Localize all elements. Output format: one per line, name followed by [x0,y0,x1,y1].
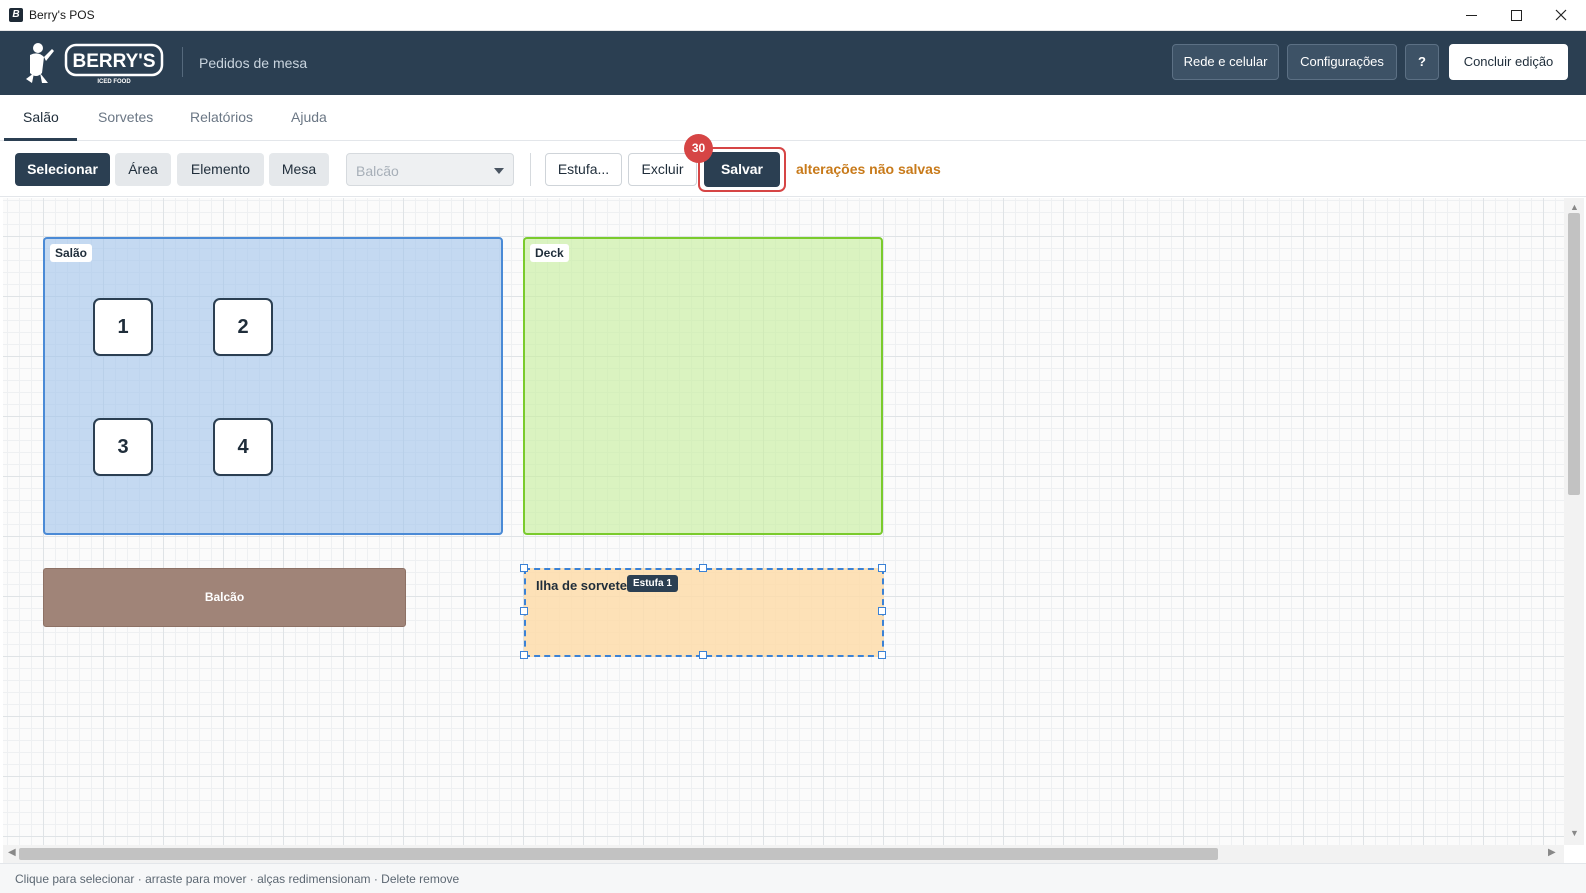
main-tabs: Salão Sorvetes Relatórios Ajuda [0,95,1586,141]
area-label: Salão [50,244,93,262]
svg-text:ICED FOOD: ICED FOOD [97,79,131,85]
resize-handle-e[interactable] [878,607,886,615]
chevron-down-icon [494,168,504,174]
vertical-scrollbar[interactable]: ▲ ▼ [1564,198,1584,845]
scroll-up-icon[interactable]: ▲ [1570,202,1579,212]
area-label: Deck [530,244,569,262]
scroll-right-icon[interactable]: ▶ [1548,847,1556,858]
toolbar-separator [530,153,531,186]
balcao-element[interactable]: Balcão [43,568,406,627]
berrys-logo: BERRY'S ICED FOOD [16,39,166,87]
close-icon[interactable] [1539,0,1583,31]
tab-sorvetes[interactable]: Sorvetes [98,109,153,125]
element-tool-button[interactable]: Elemento [177,153,264,186]
finish-editing-button[interactable]: Concluir edição [1449,44,1568,80]
unsaved-changes-label: alterações não salvas [796,161,941,177]
status-bar: Clique para selecionar · arraste para mo… [0,863,1586,893]
resize-handle-sw[interactable] [520,651,528,659]
resize-handle-se[interactable] [878,651,886,659]
estufa-button[interactable]: Estufa... [545,153,622,186]
floor-plan-canvas[interactable]: Salão 1 2 3 4 Deck Balcão Ilha de sorvet… [3,198,1564,845]
table-tool-button[interactable]: Mesa [269,153,329,186]
resize-handle-w[interactable] [520,607,528,615]
network-button[interactable]: Rede e celular [1172,44,1279,80]
save-button[interactable]: Salvar [704,152,780,187]
area-deck[interactable]: Deck [523,237,883,535]
table-3[interactable]: 3 [93,418,153,476]
window-title: Berry's POS [29,8,95,22]
unsaved-count-badge: 30 [684,134,713,163]
header-subtitle: Pedidos de mesa [199,55,308,71]
resize-handle-s[interactable] [699,651,707,659]
element-type-value: Balcão [356,163,399,179]
ilha-element-selected[interactable]: Ilha de sorvete Estufa 1 [520,564,886,659]
editor-toolbar: Selecionar Área Elemento Mesa Balcão Est… [0,134,1586,197]
tab-ajuda[interactable]: Ajuda [291,109,327,125]
resize-handle-nw[interactable] [520,564,528,572]
maximize-icon[interactable] [1494,0,1538,31]
app-icon: B [9,8,23,22]
estufa-tag: Estufa 1 [627,575,678,592]
settings-button[interactable]: Configurações [1287,44,1397,80]
scroll-left-icon[interactable]: ◀ [8,847,16,858]
ilha-label: Ilha de sorvete [536,578,628,593]
horizontal-scrollbar[interactable]: ◀ ▶ [3,845,1564,863]
horizontal-scroll-thumb[interactable] [19,848,1218,860]
select-tool-button[interactable]: Selecionar [15,153,110,186]
resize-handle-ne[interactable] [878,564,886,572]
table-4[interactable]: 4 [213,418,273,476]
tab-relatorios[interactable]: Relatórios [190,109,253,125]
window-titlebar: B Berry's POS [0,0,1586,31]
resize-handle-n[interactable] [699,564,707,572]
status-hint: Clique para selecionar · arraste para mo… [15,872,460,886]
scroll-down-icon[interactable]: ▼ [1570,828,1579,838]
table-2[interactable]: 2 [213,298,273,356]
tab-salao[interactable]: Salão [23,109,59,125]
header-divider [182,47,183,77]
table-1[interactable]: 1 [93,298,153,356]
help-button[interactable]: ? [1405,44,1439,80]
minimize-icon[interactable] [1449,0,1493,31]
app-header: BERRY'S ICED FOOD Pedidos de mesa Rede e… [0,31,1586,95]
element-type-select[interactable]: Balcão [346,153,514,186]
vertical-scroll-thumb[interactable] [1568,213,1580,495]
area-tool-button[interactable]: Área [115,153,171,186]
svg-text:BERRY'S: BERRY'S [73,51,156,72]
area-salao[interactable]: Salão 1 2 3 4 [43,237,503,535]
